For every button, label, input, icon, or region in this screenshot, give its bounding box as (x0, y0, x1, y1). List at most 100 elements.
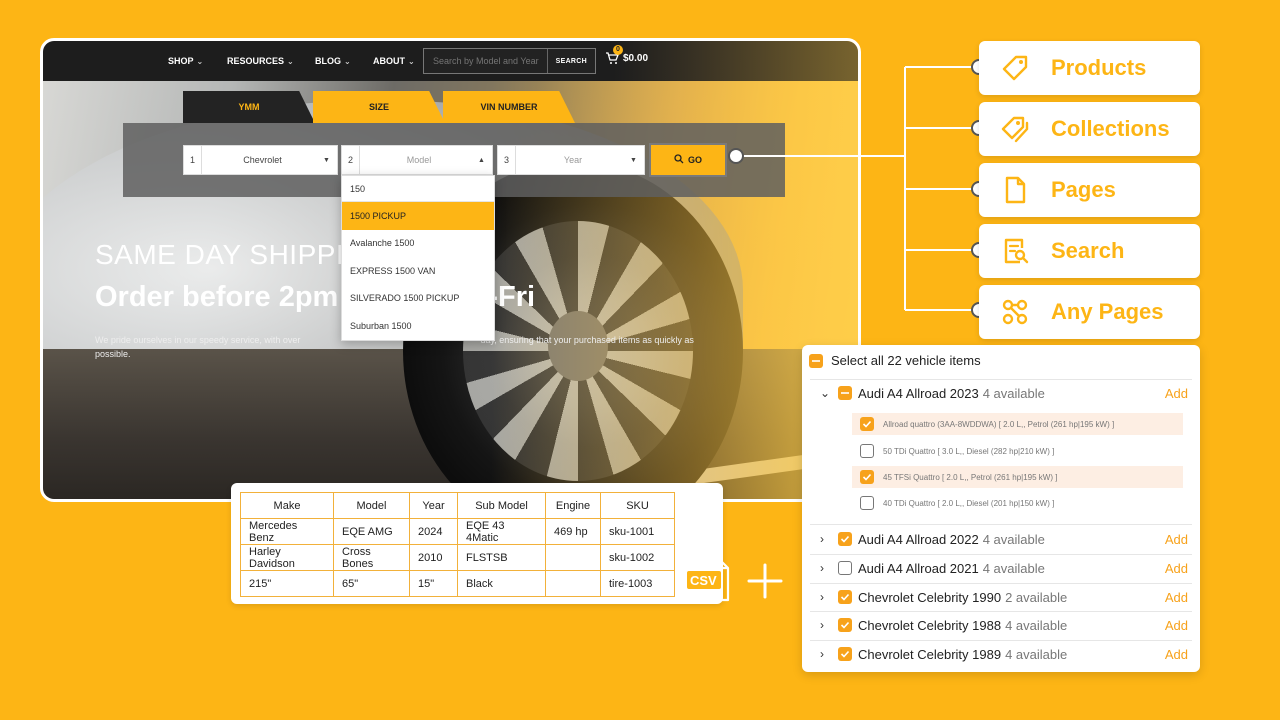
cart-total: $0.00 (623, 52, 649, 64)
group-checkbox[interactable] (838, 647, 852, 661)
add-button[interactable]: Add (1165, 590, 1188, 605)
select-all-row[interactable]: Select all 22 vehicle items (809, 353, 981, 368)
page-icon (979, 175, 1051, 205)
feature-collections-label: Collections (1051, 116, 1170, 141)
chevron-right-icon[interactable]: › (820, 590, 838, 604)
table-cell: 469 hp (545, 518, 601, 545)
add-button[interactable]: Add (1165, 647, 1188, 662)
feature-products[interactable]: Products (979, 41, 1200, 95)
nav-about-label: ABOUT (373, 56, 405, 66)
cart-icon: 0 (605, 45, 623, 65)
storefront-mockup: SHOP⌄ RESOURCES⌄ BLOG⌄ ABOUT⌄ SEARCH 0 $… (40, 38, 861, 502)
table-cell: EQE 43 4Matic (457, 518, 546, 545)
table-cell: 15" (409, 570, 458, 597)
tag-icon (979, 53, 1051, 83)
hero-text-start: We pride ourselves in our speedy service… (95, 335, 301, 345)
nav-search-button[interactable]: SEARCH (546, 49, 595, 73)
group-name: Chevrolet Celebrity 1988 (858, 617, 1002, 633)
vehicle-group-row[interactable]: › Audi A4 Allroad 2022 4 available Add (820, 527, 1188, 551)
vehicle-item-row[interactable]: 40 TDi Quattro [ 2.0 L,, Diesel (201 hp|… (852, 492, 1183, 514)
feature-search[interactable]: Search (979, 224, 1200, 278)
go-button[interactable]: GO (649, 143, 727, 177)
add-button[interactable]: Add (1165, 386, 1188, 401)
tab-size[interactable]: SIZE (313, 91, 445, 123)
vehicle-item-row[interactable]: Allroad quattro (3AA-8WDDWA) [ 2.0 L,, P… (852, 413, 1183, 435)
vehicle-group-row[interactable]: › Chevrolet Celebrity 1990 2 available A… (820, 585, 1188, 609)
group-checkbox[interactable] (838, 532, 852, 546)
group-available: 4 available (982, 560, 1045, 576)
vehicle-item-row[interactable]: 50 TDi Quattro [ 3.0 L,, Diesel (282 hp|… (852, 440, 1183, 462)
top-navbar: SHOP⌄ RESOURCES⌄ BLOG⌄ ABOUT⌄ SEARCH 0 $… (43, 41, 858, 81)
chevron-down-icon[interactable]: ⌄ (820, 386, 838, 400)
table-header-row: Make Model Year Sub Model Engine SKU (240, 492, 675, 519)
feature-pages-label: Pages (1051, 177, 1116, 202)
make-select[interactable]: 1 Chevrolet ▼ (183, 145, 338, 175)
dropdown-option[interactable]: Suburban 1500 (342, 312, 494, 340)
group-available: 4 available (982, 385, 1045, 401)
chevron-right-icon[interactable]: › (820, 647, 838, 661)
feature-pages[interactable]: Pages (979, 163, 1200, 217)
chevron-down-icon: ⌄ (408, 56, 415, 66)
nav-about[interactable]: ABOUT ⌄ (373, 56, 415, 66)
caret-down-icon: ▼ (630, 156, 637, 164)
add-button[interactable]: Add (1165, 561, 1188, 576)
add-button[interactable]: Add (1165, 618, 1188, 633)
make-select-index: 1 (184, 146, 202, 174)
dropdown-search-input[interactable]: 150 (342, 176, 494, 202)
vehicle-group-row[interactable]: › Chevrolet Celebrity 1988 4 available A… (820, 613, 1188, 637)
group-name: Chevrolet Celebrity 1989 (858, 646, 1002, 662)
column-header: Model (333, 492, 410, 519)
dropdown-option[interactable]: 1500 PICKUP (342, 202, 494, 230)
nav-blog[interactable]: BLOG ⌄ (315, 56, 351, 66)
group-name: Audi A4 Allroad 2021 (858, 560, 979, 576)
year-select[interactable]: 3 Year ▼ (497, 145, 645, 175)
table-cell: Mercedes Benz (240, 518, 334, 545)
vehicle-group-row[interactable]: ⌄ Audi A4 Allroad 2023 4 available Add (820, 381, 1188, 405)
column-header: Year (409, 492, 458, 519)
item-checkbox[interactable] (860, 444, 874, 458)
group-name: Chevrolet Celebrity 1990 (858, 589, 1002, 605)
group-checkbox[interactable] (838, 386, 852, 400)
nav-shop[interactable]: SHOP ⌄ (168, 56, 203, 66)
item-checkbox[interactable] (860, 496, 874, 510)
group-available: 4 available (1005, 617, 1068, 633)
chevron-right-icon[interactable]: › (820, 561, 838, 575)
table-row: Harley Davidson Cross Bones 2010 FLSTSB … (240, 544, 675, 571)
table-cell: Black (457, 570, 546, 597)
hero-subheading-tail: -Fri (488, 281, 536, 313)
select-all-checkbox[interactable] (809, 353, 823, 368)
dropdown-option[interactable]: EXPRESS 1500 VAN (342, 257, 494, 285)
tab-vin-number[interactable]: VIN NUMBER (443, 91, 575, 123)
feature-collections[interactable]: Collections (979, 102, 1200, 156)
add-button[interactable]: Add (1165, 532, 1188, 547)
chevron-right-icon[interactable]: › (820, 618, 838, 632)
vehicle-data-table-card: Make Model Year Sub Model Engine SKU Mer… (231, 483, 723, 604)
model-select[interactable]: 2 Model ▲ (341, 145, 493, 175)
csv-file-icon: CSV (685, 556, 734, 602)
dropdown-option[interactable]: SILVERADO 1500 PICKUP (342, 285, 494, 313)
group-checkbox[interactable] (838, 561, 852, 575)
divider (810, 611, 1192, 612)
divider (810, 554, 1192, 555)
tags-icon (979, 114, 1051, 144)
go-button-label: GO (687, 155, 702, 165)
group-name: Audi A4 Allroad 2023 (858, 385, 979, 401)
dropdown-option[interactable]: Avalanche 1500 (342, 230, 494, 258)
caret-up-icon: ▲ (478, 156, 485, 164)
nav-search-input[interactable] (424, 56, 544, 66)
feature-any-pages[interactable]: Any Pages (979, 285, 1200, 339)
select-all-label: Select all 22 vehicle items (831, 353, 981, 368)
vehicle-item-row[interactable]: 45 TFSi Quattro [ 2.0 L,, Petrol (261 hp… (852, 466, 1183, 488)
item-checkbox[interactable] (860, 417, 874, 431)
group-checkbox[interactable] (838, 618, 852, 632)
item-checkbox[interactable] (860, 470, 874, 484)
nav-resources[interactable]: RESOURCES ⌄ (227, 56, 294, 66)
vehicle-group-row[interactable]: › Chevrolet Celebrity 1989 4 available A… (820, 642, 1188, 666)
chevron-right-icon[interactable]: › (820, 532, 838, 546)
vehicle-group-row[interactable]: › Audi A4 Allroad 2021 4 available Add (820, 556, 1188, 580)
tab-ymm[interactable]: YMM (183, 91, 315, 123)
divider (810, 583, 1192, 584)
group-checkbox[interactable] (838, 590, 852, 604)
cart[interactable]: 0 $0.00 (605, 45, 649, 65)
search-icon (674, 154, 684, 166)
